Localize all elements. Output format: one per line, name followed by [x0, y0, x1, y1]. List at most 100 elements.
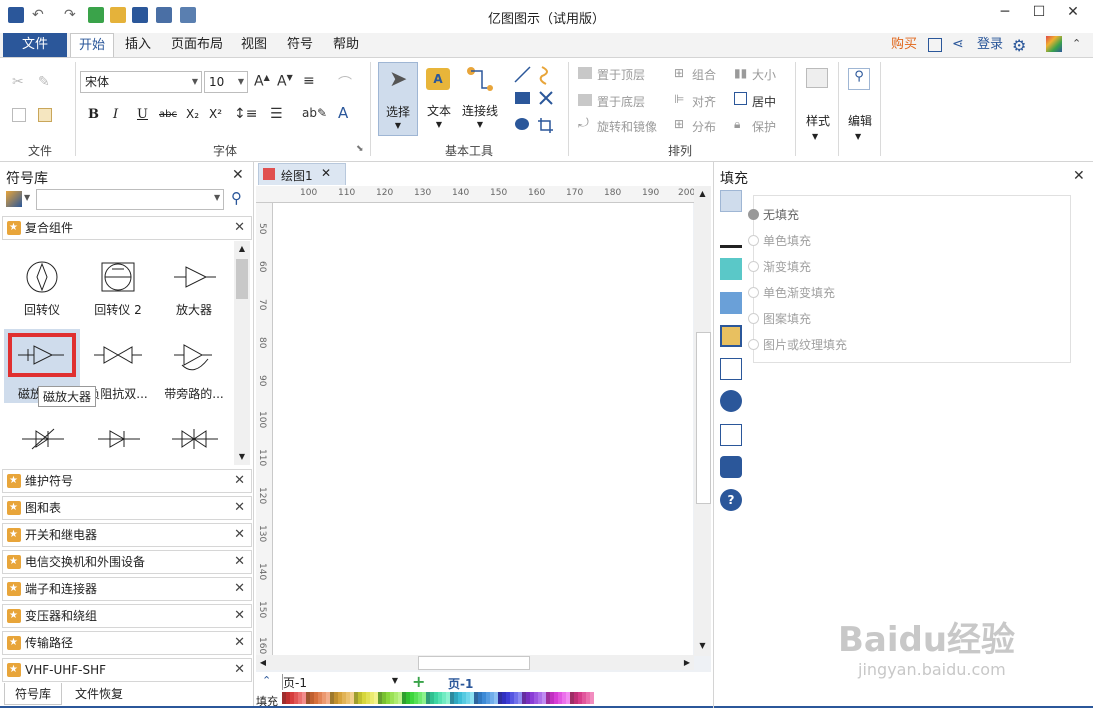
drawing-page[interactable]: [273, 203, 693, 655]
close-icon[interactable]: ✕: [321, 166, 331, 180]
login-link[interactable]: 登录: [972, 33, 1008, 57]
close-icon[interactable]: ✕: [234, 659, 245, 681]
line-style-icon[interactable]: [720, 226, 742, 248]
social-share-icon[interactable]: ⋖: [952, 36, 964, 52]
attachment-icon[interactable]: [720, 424, 742, 446]
align-button[interactable]: 对齐: [692, 93, 716, 110]
shape-item[interactable]: [80, 419, 156, 463]
category-header[interactable]: 变压器和绕组 ✕: [2, 604, 252, 628]
library-menu-icon[interactable]: [6, 191, 22, 207]
close-icon[interactable]: ✕: [234, 524, 245, 546]
scroll-thumb[interactable]: [236, 259, 248, 299]
scroll-up-icon[interactable]: ▲: [234, 241, 250, 257]
shape-item[interactable]: 放大器: [156, 245, 232, 319]
dialog-launcher-icon[interactable]: ⬊: [356, 144, 364, 154]
grow-font-icon[interactable]: A▲: [254, 73, 270, 90]
underline-button[interactable]: U: [137, 107, 148, 122]
strikethrough-button[interactable]: abc: [159, 109, 177, 120]
copy-icon[interactable]: [12, 108, 26, 122]
connector-tool-button[interactable]: 连接线 ▼: [460, 62, 500, 136]
font-size-select[interactable]: 10 ▼: [204, 71, 248, 93]
bullets-icon[interactable]: ☰: [270, 106, 283, 122]
group-button[interactable]: 组合: [692, 66, 716, 83]
close-icon[interactable]: ✕: [1073, 168, 1085, 184]
close-button[interactable]: ✕: [1058, 4, 1088, 24]
hyperlink-icon[interactable]: [720, 390, 742, 412]
scroll-thumb[interactable]: [418, 656, 530, 670]
shape-item[interactable]: [4, 419, 80, 463]
fill-option[interactable]: 单色填充: [748, 232, 811, 249]
bring-to-front-button[interactable]: 置于顶层: [597, 66, 645, 83]
tab-home[interactable]: 开始: [70, 33, 114, 57]
shape-item[interactable]: 回转仪 2: [80, 245, 156, 319]
edit-button[interactable]: 编辑: [842, 112, 878, 129]
shrink-font-icon[interactable]: A▼: [277, 73, 293, 90]
paste-icon[interactable]: [38, 108, 52, 122]
collapse-ribbon-icon[interactable]: ⌃: [1072, 37, 1081, 50]
format-painter-icon[interactable]: ✎: [38, 74, 50, 90]
shape-item[interactable]: 回转仪: [4, 245, 80, 319]
category-header-open[interactable]: 复合组件 ✕: [2, 216, 252, 240]
category-header[interactable]: 维护符号 ✕: [2, 469, 252, 493]
close-icon[interactable]: ✕: [234, 551, 245, 573]
rotate-mirror-button[interactable]: 旋转和镜像: [597, 118, 657, 135]
distribute-button[interactable]: 分布: [692, 118, 716, 135]
category-header[interactable]: 开关和继电器 ✕: [2, 523, 252, 547]
fill-option[interactable]: 单色渐变填充: [748, 284, 835, 301]
text-highlight-icon[interactable]: ab✎: [302, 106, 327, 120]
image-icon[interactable]: [720, 292, 742, 314]
category-header[interactable]: 端子和连接器 ✕: [2, 577, 252, 601]
scroll-thumb[interactable]: [696, 332, 711, 504]
close-icon[interactable]: ✕: [234, 578, 245, 600]
fill-option[interactable]: 图片或纹理填充: [748, 336, 847, 353]
size-button[interactable]: 大小: [752, 66, 776, 83]
category-header[interactable]: VHF-UHF-SHF ✕: [2, 658, 252, 682]
symbol-search-input[interactable]: [36, 189, 224, 210]
app-store-icon[interactable]: [1046, 36, 1062, 52]
curve-icon[interactable]: ⌒: [338, 73, 352, 93]
scroll-down-icon[interactable]: ▼: [694, 638, 711, 654]
close-icon[interactable]: ✕: [234, 217, 245, 239]
category-header[interactable]: 电信交换机和外围设备 ✕: [2, 550, 252, 574]
align-icon[interactable]: ≡: [303, 73, 315, 89]
canvas-vscrollbar[interactable]: ▲ ▼: [694, 186, 711, 656]
minimize-button[interactable]: ─: [990, 4, 1020, 24]
layers-icon[interactable]: [720, 325, 742, 347]
document-tab[interactable]: 绘图1 ✕: [258, 163, 346, 185]
center-button[interactable]: 居中: [752, 93, 776, 110]
font-color-icon[interactable]: A: [338, 104, 348, 122]
buy-link[interactable]: 购买: [886, 33, 922, 57]
scroll-right-icon[interactable]: ▶: [680, 655, 694, 670]
close-icon[interactable]: ✕: [234, 605, 245, 627]
shape-item[interactable]: [156, 419, 232, 463]
comment-icon[interactable]: [720, 456, 742, 478]
color-palette[interactable]: [282, 692, 637, 704]
cut-icon[interactable]: ✂: [12, 74, 24, 90]
shape-item[interactable]: 带旁路的...: [156, 329, 232, 403]
select-tool-button[interactable]: ➤ 选择 ▼: [378, 62, 418, 136]
tab-file-recovery[interactable]: 文件恢复: [66, 683, 132, 705]
fill-option[interactable]: 渐变填充: [748, 258, 811, 275]
italic-button[interactable]: I: [113, 107, 118, 122]
style-button[interactable]: 样式: [800, 112, 836, 129]
tab-view[interactable]: 视图: [234, 33, 274, 57]
scroll-up-icon[interactable]: ▲: [694, 186, 711, 202]
shape-scrollbar[interactable]: ▲ ▼: [234, 241, 250, 465]
help-icon[interactable]: ?: [720, 489, 742, 511]
fill-option[interactable]: 无填充: [748, 206, 799, 223]
subscript-button[interactable]: X₂: [186, 107, 199, 121]
search-icon[interactable]: ⚲: [231, 189, 242, 207]
tab-symbol-library[interactable]: 符号库: [4, 683, 62, 705]
shadow-icon[interactable]: [720, 258, 742, 280]
page-selector[interactable]: 页-1 ▼: [282, 674, 400, 690]
category-header[interactable]: 传输路径 ✕: [2, 631, 252, 655]
category-header[interactable]: 图和表 ✕: [2, 496, 252, 520]
send-to-back-button[interactable]: 置于底层: [597, 93, 645, 110]
fill-bucket-icon[interactable]: [720, 190, 742, 212]
close-icon[interactable]: ✕: [234, 497, 245, 519]
tab-page-layout[interactable]: 页面布局: [166, 33, 228, 57]
text-tool-button[interactable]: A 文本 ▼: [420, 62, 458, 136]
font-name-select[interactable]: 宋体 ▼: [80, 71, 202, 93]
tab-symbols[interactable]: 符号: [280, 33, 320, 57]
bold-button[interactable]: B: [88, 107, 99, 122]
